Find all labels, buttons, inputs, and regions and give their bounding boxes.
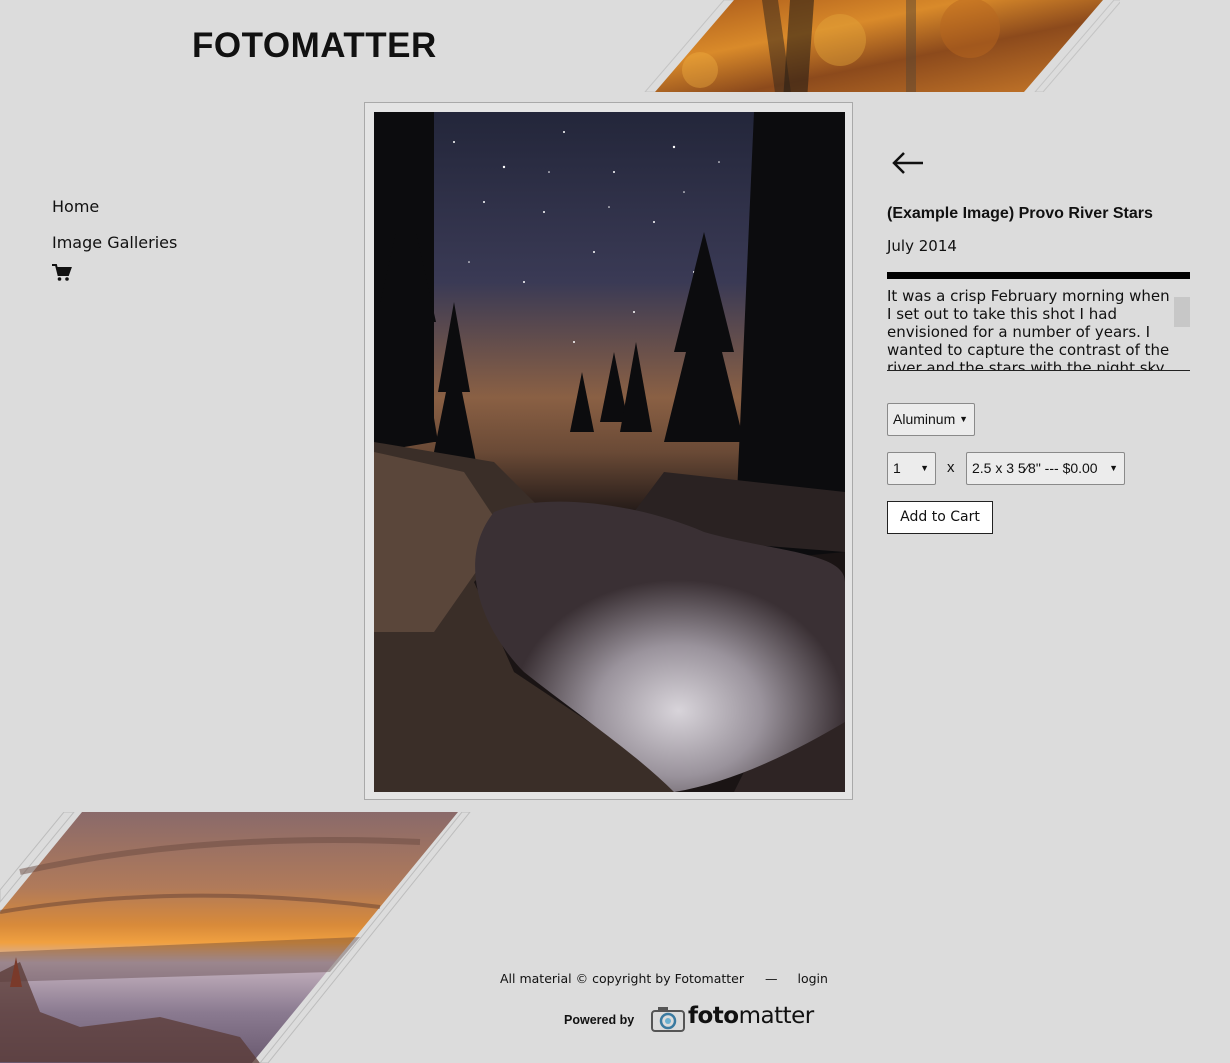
login-link[interactable]: login (797, 971, 827, 986)
footer: All material © copyright by Fotomatter —… (500, 971, 828, 986)
image-date: July 2014 (887, 237, 957, 255)
back-arrow-icon[interactable] (891, 150, 925, 176)
nav-home-link[interactable]: Home (52, 196, 177, 232)
footer-banner-image (0, 812, 471, 1063)
description-box[interactable]: It was a crisp February morning when I s… (887, 287, 1190, 371)
fotomatter-logo-icon[interactable] (650, 1004, 690, 1034)
quantity-select[interactable]: 1 ▼ (887, 452, 936, 485)
size-select[interactable]: 2.5 x 3 5⁄8" --- $0.00 ▼ (966, 452, 1125, 485)
header-banner-image (644, 0, 1120, 92)
copyright-text: All material © copyright by Fotomatter (500, 971, 745, 986)
quantity-value: 1 (893, 460, 901, 476)
description-scrollbar[interactable] (1174, 297, 1190, 327)
image-info-panel: (Example Image) Provo River Stars July 2… (887, 150, 1190, 534)
image-title: (Example Image) Provo River Stars (887, 205, 1153, 222)
image-description: It was a crisp February morning when I s… (887, 287, 1170, 371)
photo-frame (364, 102, 853, 800)
main-photo[interactable] (374, 112, 845, 792)
footer-separator: — (765, 971, 778, 986)
dropdown-arrow-icon: ▼ (959, 414, 968, 424)
dropdown-arrow-icon: ▼ (1109, 463, 1118, 473)
material-select[interactable]: Aluminum ▼ (887, 403, 975, 436)
dropdown-arrow-icon: ▼ (920, 463, 929, 473)
size-value: 2.5 x 3 5⁄8" --- $0.00 (972, 460, 1098, 476)
material-value: Aluminum (893, 411, 956, 427)
powered-by-label: Powered by (564, 1013, 635, 1027)
brand-foto: foto (688, 1003, 739, 1029)
nav-image-galleries-link[interactable]: Image Galleries (52, 232, 177, 268)
main-nav: Home Image Galleries (52, 196, 177, 282)
brand-matter: matter (738, 1003, 815, 1029)
cart-icon[interactable] (52, 264, 72, 282)
site-logo[interactable]: FOTOMATTER (192, 28, 437, 64)
times-label: x (947, 459, 955, 476)
fotomatter-wordmark[interactable]: fotomatter (688, 1003, 814, 1029)
add-to-cart-button[interactable]: Add to Cart (887, 501, 993, 534)
title-divider (887, 272, 1190, 279)
